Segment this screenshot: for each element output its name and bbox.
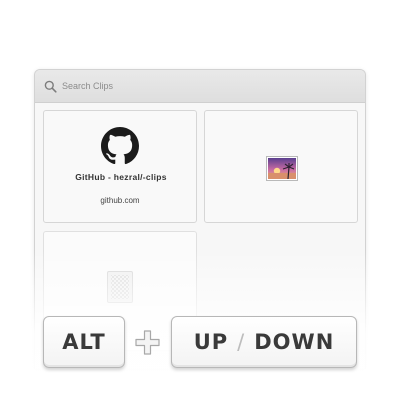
plus-icon — [134, 329, 161, 356]
clip-card-image[interactable] — [204, 110, 358, 223]
search-icon — [44, 80, 57, 93]
screen: GitHub - hezral/-clips github.com — [0, 0, 400, 400]
clip-title: GitHub - hezral/-clips — [75, 172, 167, 182]
clip-card-github-link[interactable]: GitHub - hezral/-clips github.com — [43, 110, 197, 223]
up-down-keys: UP / DOWN — [171, 316, 357, 368]
github-icon — [101, 127, 139, 165]
clip-source: github.com — [100, 196, 140, 205]
alt-key: ALT — [43, 316, 125, 368]
image-thumbnail-icon — [266, 156, 298, 181]
up-key-label: UP — [193, 330, 229, 354]
down-key-label: DOWN — [254, 330, 335, 354]
search-bar — [35, 70, 365, 103]
key-separator: / — [237, 330, 246, 354]
alt-key-label: ALT — [62, 330, 106, 354]
search-input[interactable] — [62, 77, 342, 95]
